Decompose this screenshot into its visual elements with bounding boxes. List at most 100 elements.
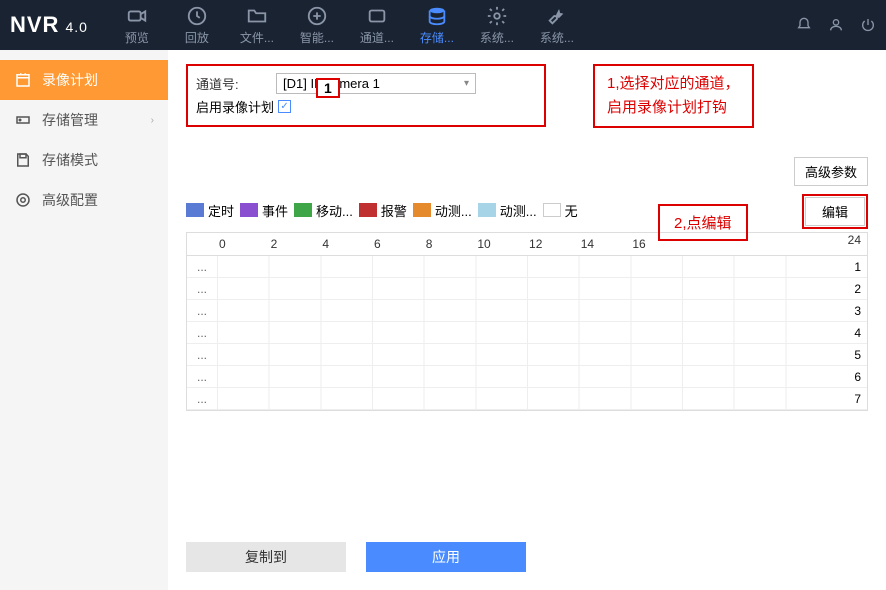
smart-icon <box>306 5 328 27</box>
hour-label: 8 <box>424 237 476 251</box>
annotation-box-2: 2,点编辑 <box>658 204 748 241</box>
row-dots: ... <box>187 260 217 274</box>
row-cells[interactable] <box>217 322 837 343</box>
row-cells[interactable] <box>217 256 837 277</box>
schedule-row[interactable]: ... 3 <box>187 300 867 322</box>
side-label: 高级配置 <box>42 190 98 210</box>
nav-label: 回放 <box>185 29 209 46</box>
bell-icon[interactable] <box>796 17 812 33</box>
legend-label: 动测... <box>500 201 537 220</box>
user-icon[interactable] <box>828 17 844 33</box>
schedule-row[interactable]: ... 1 <box>187 256 867 278</box>
enable-checkbox[interactable]: ✓ <box>278 100 291 113</box>
footer-buttons: 复制到 应用 <box>186 542 526 572</box>
nav-label: 系统... <box>480 29 514 46</box>
chevron-right-icon: › <box>151 115 154 126</box>
logo-text: NVR <box>10 12 59 38</box>
legend-label: 事件 <box>262 201 288 220</box>
side-record-plan[interactable]: 录像计划 <box>0 60 168 100</box>
body: 录像计划 存储管理 › 存储模式 高级配置 通道号: [D1] IPCamera… <box>0 50 886 590</box>
legend-alarm[interactable]: 报警 <box>359 201 407 220</box>
channel-icon <box>366 5 388 27</box>
legend-motion[interactable]: 移动... <box>294 201 353 220</box>
nav-system1[interactable]: 系统... <box>468 1 526 49</box>
hour-label-24: 24 <box>837 233 867 255</box>
hour-label: 10 <box>475 237 527 251</box>
side-storage-mode[interactable]: 存储模式 <box>0 140 168 180</box>
top-nav: 预览 回放 文件... 智能... 通道... 存储... 系统... 系统. <box>108 1 796 49</box>
edit-button-highlight: 编辑 <box>802 194 868 229</box>
nav-label: 智能... <box>300 29 334 46</box>
row-dots: ... <box>187 392 217 406</box>
swatch <box>186 203 204 217</box>
day-label: 4 <box>837 326 867 340</box>
hour-label: 4 <box>320 237 372 251</box>
edit-button[interactable]: 编辑 <box>805 197 865 226</box>
hour-label: 6 <box>372 237 424 251</box>
row-cells[interactable] <box>217 366 837 387</box>
side-storage-mgmt[interactable]: 存储管理 › <box>0 100 168 140</box>
main-content: 通道号: [D1] IPCamera 1 ▾ 启用录像计划 ✓ 1 1,选择对应… <box>168 50 886 590</box>
channel-select[interactable]: [D1] IPCamera 1 ▾ <box>276 73 476 94</box>
storage-icon <box>426 5 448 27</box>
nav-preview[interactable]: 预览 <box>108 1 166 49</box>
swatch <box>240 203 258 217</box>
calendar-icon <box>14 71 32 89</box>
schedule-row[interactable]: ... 7 <box>187 388 867 410</box>
enable-label: 启用录像计划 <box>196 97 274 116</box>
disk-icon <box>14 111 32 129</box>
legend-label: 定时 <box>208 201 234 220</box>
schedule-grid: 0 2 4 6 8 10 12 14 16 24 .. <box>186 232 868 411</box>
copy-to-button[interactable]: 复制到 <box>186 542 346 572</box>
day-label: 6 <box>837 370 867 384</box>
nav-channel[interactable]: 通道... <box>348 1 406 49</box>
nav-file[interactable]: 文件... <box>228 1 286 49</box>
nav-smart[interactable]: 智能... <box>288 1 346 49</box>
legend-scheduled[interactable]: 定时 <box>186 201 234 220</box>
legend-motion-det2[interactable]: 动测... <box>478 201 537 220</box>
schedule-row[interactable]: ...5 <box>187 344 867 366</box>
row-dots: ... <box>187 370 217 384</box>
logo-version: 4.0 <box>65 19 87 35</box>
row-dots: ... <box>187 326 217 340</box>
channel-row: 通道号: [D1] IPCamera 1 ▾ <box>196 73 536 94</box>
row-dots: ... <box>187 282 217 296</box>
gear-icon <box>14 191 32 209</box>
day-label: 3 <box>837 304 867 318</box>
channel-label: 通道号: <box>196 74 276 93</box>
legend-motion-det1[interactable]: 动测... <box>413 201 472 220</box>
sidebar: 录像计划 存储管理 › 存储模式 高级配置 <box>0 50 168 590</box>
swatch <box>294 203 312 217</box>
row-cells[interactable] <box>217 344 837 365</box>
annotation-box-1: 1,选择对应的通道， 启用录像计划打钩 <box>593 64 754 128</box>
playback-icon <box>186 5 208 27</box>
schedule-row[interactable]: ... 6 <box>187 366 867 388</box>
row-dots: ... <box>187 304 217 318</box>
logo: NVR 4.0 <box>10 12 88 38</box>
legend-event[interactable]: 事件 <box>240 201 288 220</box>
day-label: 7 <box>837 392 867 406</box>
legend: 定时 事件 移动... 报警 动测... 动测... 无 2 编辑 <box>186 192 868 228</box>
topbar-right <box>796 17 876 33</box>
hour-label: 14 <box>579 237 631 251</box>
camera-icon <box>126 5 148 27</box>
power-icon[interactable] <box>860 17 876 33</box>
channel-settings-highlight: 通道号: [D1] IPCamera 1 ▾ 启用录像计划 ✓ <box>186 64 546 127</box>
row-cells[interactable] <box>217 388 837 409</box>
advanced-params-button[interactable]: 高级参数 <box>794 157 868 186</box>
day-label: 1 <box>837 260 867 274</box>
annotation-text: 1,选择对应的通道， <box>607 72 740 96</box>
row-cells[interactable] <box>217 300 837 321</box>
apply-button[interactable]: 应用 <box>366 542 526 572</box>
row-dots: ... <box>187 348 217 362</box>
side-advanced[interactable]: 高级配置 <box>0 180 168 220</box>
schedule-row[interactable]: ... 4 <box>187 322 867 344</box>
legend-none[interactable]: 无 <box>543 201 578 220</box>
schedule-row[interactable]: ...2 <box>187 278 867 300</box>
nav-storage[interactable]: 存储... <box>408 1 466 49</box>
row-cells[interactable] <box>217 278 837 299</box>
nav-system2[interactable]: 系统... <box>528 1 586 49</box>
legend-label: 无 <box>565 201 578 220</box>
side-label: 录像计划 <box>42 70 98 90</box>
nav-playback[interactable]: 回放 <box>168 1 226 49</box>
